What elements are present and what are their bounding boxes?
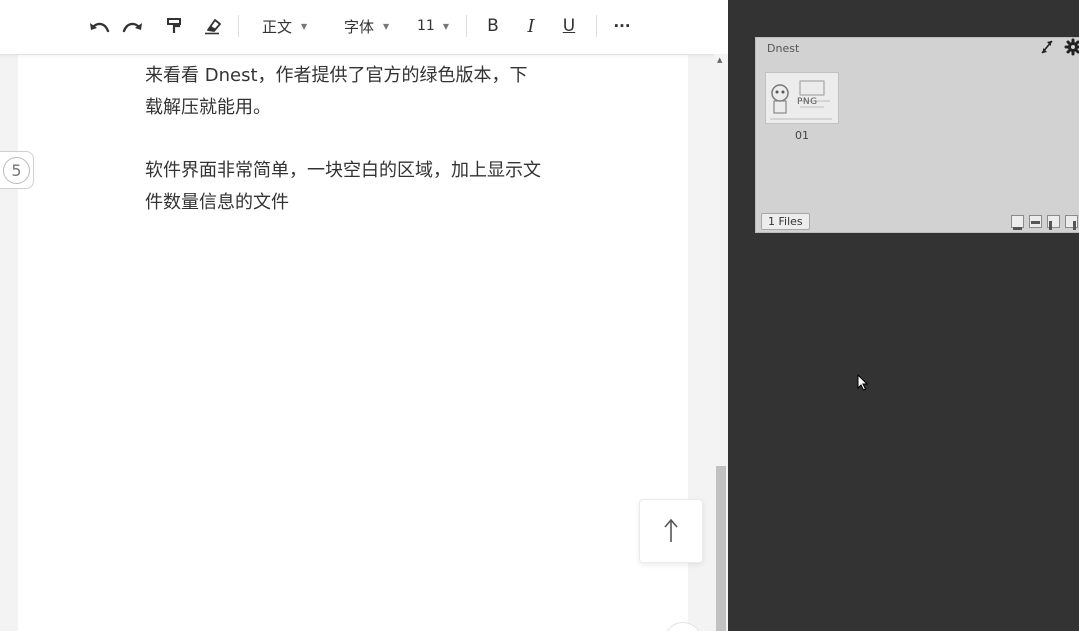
paragraph-number-marker[interactable]: 5: [0, 151, 34, 189]
paragraph-line: 件数量信息的文件: [145, 192, 289, 213]
toolbar-divider: [466, 15, 467, 37]
editor-toolbar: 正文 ▼ 字体 ▼ 11 ▼ B I U ···: [0, 0, 728, 55]
paragraph-number: 5: [3, 156, 30, 184]
layout-right-icon: [1073, 221, 1076, 230]
undo-button[interactable]: [86, 14, 112, 38]
chevron-down-icon: ▼: [442, 21, 449, 31]
gear-icon: [1064, 38, 1079, 56]
font-family-value: 字体: [344, 17, 375, 36]
file-name: 01: [795, 129, 809, 142]
layout-left-icon: [1049, 221, 1052, 230]
collapse-button[interactable]: [1040, 39, 1054, 59]
italic-button[interactable]: I: [522, 14, 540, 38]
layout-top-icon: [1031, 221, 1040, 224]
format-painter-icon: [167, 18, 181, 33]
toolbar-divider: [238, 15, 239, 37]
settings-button[interactable]: [1064, 38, 1079, 60]
file-thumbnail[interactable]: PNG: [765, 72, 839, 124]
scroll-up-icon[interactable]: ▲: [717, 56, 722, 64]
document-paragraph[interactable]: 来看看 Dnest，作者提供了官方的绿色版本，下 载解压就能用。: [145, 60, 565, 124]
paragraph-line: 来看看 Dnest，作者提供了官方的绿色版本，下: [145, 65, 528, 86]
arrow-up-icon: [664, 518, 678, 542]
more-button[interactable]: ···: [610, 14, 634, 38]
layout-left-button[interactable]: [1047, 215, 1060, 230]
bold-button[interactable]: B: [484, 14, 502, 38]
paragraph-line: 软件界面非常简单，一块空白的区域，加上显示文: [145, 160, 541, 181]
format-painter-button[interactable]: [162, 14, 186, 38]
chevron-down-icon: ▼: [301, 21, 308, 31]
paragraph-style-select[interactable]: 正文 ▼: [262, 14, 307, 38]
mouse-cursor-icon: [857, 374, 869, 391]
font-family-select[interactable]: 字体 ▼: [344, 14, 389, 38]
clear-format-button[interactable]: [200, 14, 224, 38]
redo-button[interactable]: [120, 14, 146, 38]
underline-button[interactable]: U: [560, 14, 578, 38]
layout-bottom-button[interactable]: [1011, 215, 1024, 230]
font-size-select[interactable]: 11 ▼: [417, 14, 449, 38]
back-to-top-button[interactable]: [639, 499, 703, 563]
layout-bottom-icon: [1013, 227, 1022, 230]
redo-icon: [122, 22, 142, 33]
font-size-value: 11: [417, 18, 435, 34]
files-count-badge: 1 Files: [761, 213, 810, 230]
vertical-scrollbar[interactable]: ▲: [714, 54, 728, 631]
more-label: ···: [613, 17, 631, 35]
eraser-icon: [205, 19, 221, 35]
toolbar-divider: [596, 15, 597, 37]
italic-label: I: [527, 15, 535, 37]
undo-icon: [90, 22, 110, 33]
dnest-window[interactable]: Dnest PNG 01 1 Files: [755, 37, 1079, 233]
file-type-badge: PNG: [797, 97, 818, 107]
scrollbar-thumb[interactable]: [716, 466, 726, 631]
document-editor: 来看看 Dnest，作者提供了官方的绿色版本，下 载解压就能用。 软件界面非常简…: [0, 0, 728, 631]
underline-label: U: [562, 16, 576, 36]
layout-top-button[interactable]: [1029, 215, 1042, 228]
document-paragraph[interactable]: 软件界面非常简单，一块空白的区域，加上显示文 件数量信息的文件: [145, 155, 565, 219]
collapse-icon: [1041, 40, 1053, 54]
layout-right-button[interactable]: [1065, 215, 1078, 230]
paragraph-line: 载解压就能用。: [145, 97, 271, 118]
paragraph-style-value: 正文: [262, 17, 293, 36]
chevron-down-icon: ▼: [383, 21, 390, 31]
bold-label: B: [487, 16, 499, 36]
dnest-title: Dnest: [767, 42, 800, 55]
